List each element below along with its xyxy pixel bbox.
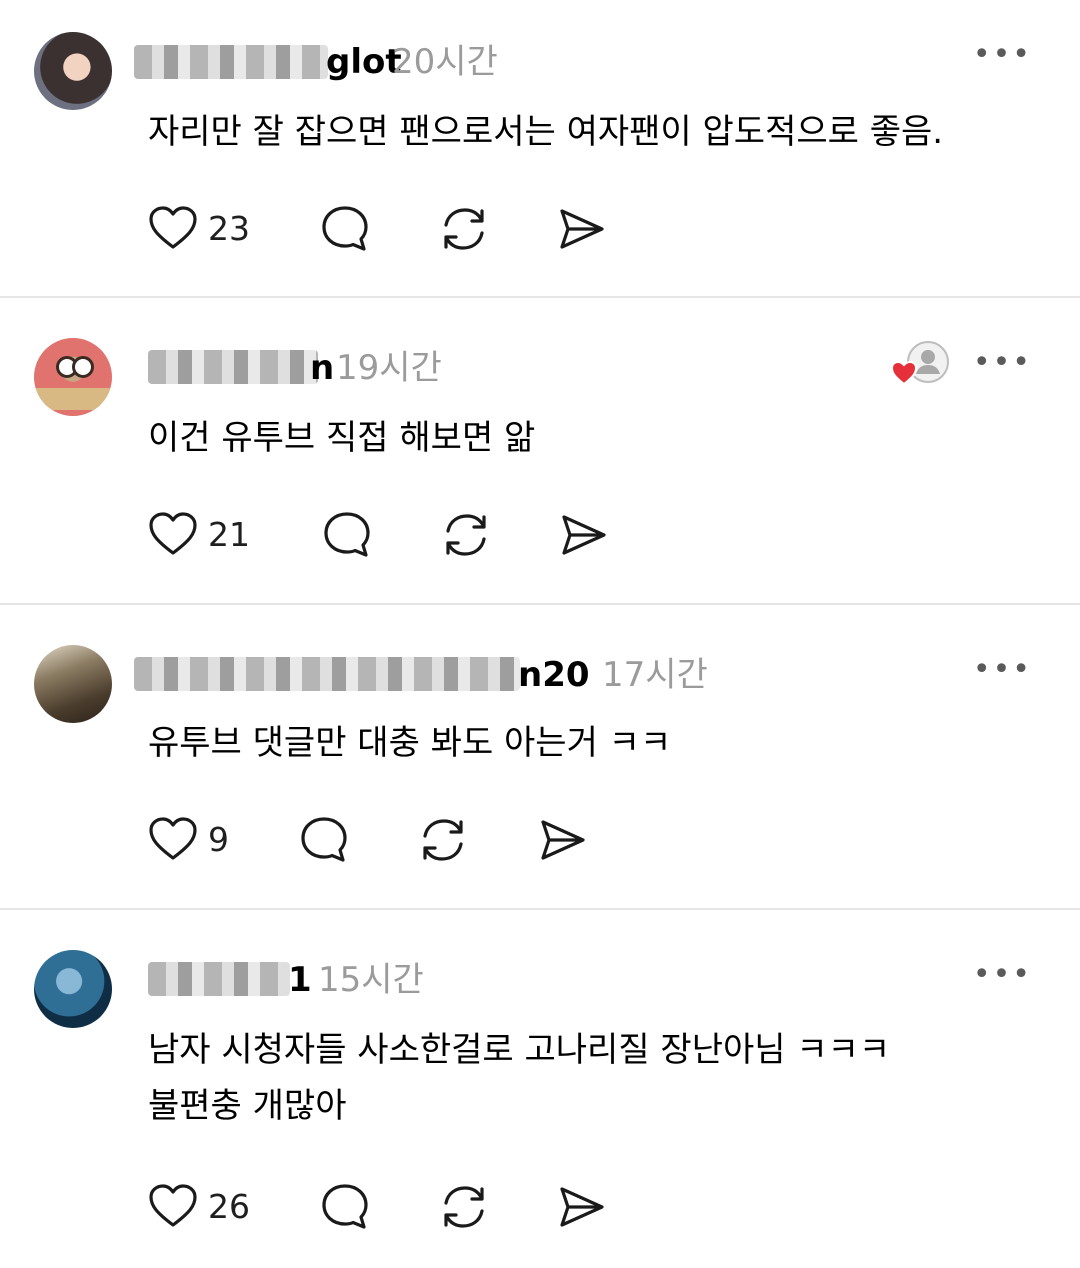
- post-time: 15시간: [318, 960, 424, 1000]
- speech-bubble-icon: [301, 817, 347, 862]
- like-count: 23: [208, 209, 250, 248]
- reply-post: n 19시간 ••• 이건 유투브 직접 해보면 앎 21: [0, 298, 1080, 603]
- action-bar: 23: [148, 204, 608, 254]
- post-text: 자리만 잘 잡으면 팬으로서는 여자팬이 압도적으로 좋음.: [148, 104, 943, 160]
- heart-outline-icon: [149, 1184, 197, 1227]
- like-button[interactable]: 21: [148, 510, 250, 560]
- post-text-line: 유투브 댓글만 대충 봐도 아는거 ㅋㅋ: [148, 723, 672, 763]
- repost-button[interactable]: [440, 509, 492, 561]
- post-time: 19시간: [336, 348, 442, 388]
- repost-arrows-icon: [444, 208, 484, 250]
- heart-outline-icon: [149, 512, 197, 555]
- speech-bubble-icon: [322, 1184, 368, 1229]
- share-button[interactable]: [537, 814, 589, 866]
- reply-button[interactable]: [320, 1182, 370, 1232]
- share-button[interactable]: [558, 509, 610, 561]
- username-redacted: [134, 657, 520, 691]
- send-arrow-icon: [562, 515, 606, 555]
- speech-bubble-icon: [324, 512, 370, 557]
- avatar[interactable]: [34, 338, 112, 416]
- like-button[interactable]: 9: [148, 815, 229, 865]
- avatar[interactable]: [34, 32, 112, 110]
- username[interactable]: n20: [518, 655, 590, 695]
- more-options-icon[interactable]: •••: [973, 40, 1032, 70]
- post-text-line: 이건 유투브 직접 해보면 앎: [148, 418, 536, 458]
- username[interactable]: 1: [288, 960, 312, 1000]
- like-button[interactable]: 23: [148, 204, 250, 254]
- action-bar: 26: [148, 1182, 608, 1232]
- repost-button[interactable]: [438, 203, 490, 255]
- post-time: 17시간: [602, 655, 708, 695]
- send-arrow-icon: [541, 820, 585, 860]
- speech-bubble-icon: [322, 206, 368, 251]
- action-bar: 21: [148, 510, 610, 560]
- author-liked-icon: [890, 341, 949, 386]
- more-options-icon[interactable]: •••: [973, 348, 1032, 378]
- post-text: 유투브 댓글만 대충 봐도 아는거 ㅋㅋ: [148, 715, 671, 771]
- reply-button[interactable]: [320, 204, 370, 254]
- send-arrow-icon: [560, 1187, 604, 1227]
- like-count: 9: [208, 820, 229, 859]
- reply-post: glot 20시간 ••• 자리만 잘 잡으면 팬으로서는 여자팬이 압도적으로…: [0, 0, 1080, 296]
- username[interactable]: n: [310, 348, 334, 388]
- username-redacted: [148, 962, 290, 996]
- reply-button[interactable]: [322, 510, 372, 560]
- like-button[interactable]: 26: [148, 1182, 250, 1232]
- username-redacted: [148, 350, 318, 384]
- post-text: 이건 유투브 직접 해보면 앎: [148, 410, 535, 466]
- share-button[interactable]: [556, 1181, 608, 1233]
- avatar[interactable]: [34, 645, 112, 723]
- post-text-line: 불편충 개많아: [148, 1086, 347, 1126]
- like-count: 26: [208, 1187, 250, 1226]
- repost-arrows-icon: [423, 819, 463, 861]
- repost-button[interactable]: [438, 1181, 490, 1233]
- heart-outline-icon: [149, 817, 197, 860]
- repost-arrows-icon: [446, 514, 486, 556]
- reply-button[interactable]: [299, 815, 349, 865]
- post-text-line: 자리만 잘 잡으면 팬으로서는 여자팬이 압도적으로 좋음.: [148, 112, 944, 152]
- post-text-line: 남자 시청자들 사소한걸로 고나리질 장난아님 ㅋㅋㅋ: [148, 1030, 891, 1070]
- post-text: 남자 시청자들 사소한걸로 고나리질 장난아님 ㅋㅋㅋ 불편충 개많아: [148, 1022, 890, 1134]
- reply-post: n20 17시간 ••• 유투브 댓글만 대충 봐도 아는거 ㅋㅋ 9: [0, 605, 1080, 908]
- post-time: 20시간: [392, 42, 498, 82]
- avatar[interactable]: [34, 950, 112, 1028]
- send-arrow-icon: [560, 209, 604, 249]
- username-redacted: [134, 45, 328, 79]
- share-button[interactable]: [556, 203, 608, 255]
- like-count: 21: [208, 515, 250, 554]
- more-options-icon[interactable]: •••: [973, 655, 1032, 685]
- liked-by-author-badge: [890, 338, 952, 388]
- more-options-icon[interactable]: •••: [973, 960, 1032, 990]
- reply-post: 1 15시간 ••• 남자 시청자들 사소한걸로 고나리질 장난아님 ㅋㅋㅋ 불…: [0, 910, 1080, 1268]
- action-bar: 9: [148, 815, 589, 865]
- heart-outline-icon: [149, 206, 197, 249]
- repost-button[interactable]: [417, 814, 469, 866]
- repost-arrows-icon: [444, 1186, 484, 1228]
- username[interactable]: glot: [326, 42, 402, 82]
